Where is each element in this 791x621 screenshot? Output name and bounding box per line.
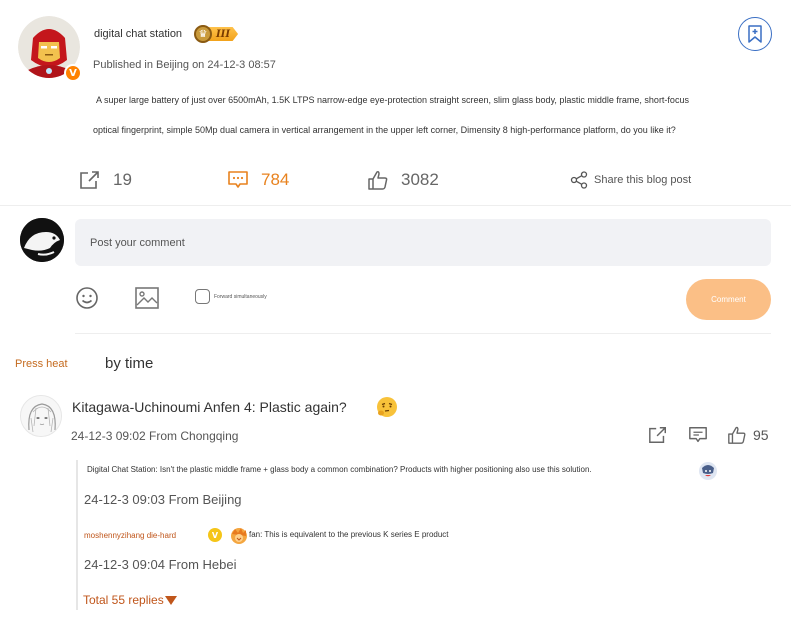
- comment-input[interactable]: [75, 219, 771, 266]
- bookmark-plus-icon: [748, 25, 762, 43]
- comment-like-button[interactable]: 95: [727, 425, 769, 445]
- comment-meta: 24-12-3 09:02 From Chongqing: [71, 429, 239, 443]
- post-text-line-1: A super large battery of just over 6500m…: [96, 95, 689, 105]
- comment-actions: 95: [648, 425, 769, 445]
- thinking-emoji-icon: [376, 396, 398, 418]
- author-name[interactable]: digital chat station: [94, 28, 182, 40]
- verified-badge: V: [208, 528, 222, 542]
- reply-author-name[interactable]: moshennyzihang die-hard: [84, 531, 176, 540]
- sort-by-heat-tab[interactable]: Press heat: [15, 358, 68, 370]
- comment-icon: [228, 171, 248, 188]
- reply-thread-line: [76, 460, 78, 610]
- repost-icon: [80, 171, 99, 189]
- reply-meta: 24-12-3 09:03 From Beijing: [84, 492, 242, 507]
- like-button[interactable]: 3082: [367, 168, 439, 192]
- divider: [75, 333, 771, 334]
- like-count: 3082: [401, 170, 439, 189]
- comment-count: 784: [261, 170, 290, 189]
- rank-label: III: [208, 27, 239, 41]
- bookmark-button[interactable]: [738, 17, 772, 51]
- forward-checkbox[interactable]: [195, 289, 210, 304]
- crown-icon: ♛: [194, 25, 212, 43]
- commenter-avatar[interactable]: [20, 395, 62, 437]
- caret-down-icon: [164, 595, 177, 605]
- image-icon: [135, 287, 159, 309]
- comment-count-button[interactable]: 784: [227, 168, 289, 192]
- rank-badge: ♛ III: [194, 25, 239, 43]
- sticker-emoji-icon: [698, 461, 718, 481]
- image-upload-button[interactable]: [134, 286, 160, 310]
- comment-text: Kitagawa-Uchinoumi Anfen 4: Plastic agai…: [72, 399, 347, 415]
- emoji-button[interactable]: [75, 286, 99, 310]
- divider: [0, 205, 791, 206]
- repost-icon: [649, 427, 666, 443]
- comment-reply-button[interactable]: [688, 425, 708, 445]
- publish-meta: Published in Beijing on 24-12-3 08:57: [93, 59, 276, 71]
- verified-badge: V: [64, 64, 82, 82]
- comment-repost-button[interactable]: [648, 425, 668, 445]
- reply-text: fan: This is equivalent to the previous …: [249, 530, 449, 539]
- post-text-line-2: optical fingerprint, simple 50Mp dual ca…: [93, 125, 676, 135]
- thumbs-up-icon: [728, 426, 746, 444]
- current-user-avatar[interactable]: [20, 218, 64, 262]
- reply-text: Digital Chat Station: Isn't the plastic …: [87, 465, 592, 474]
- share-icon: [570, 171, 588, 189]
- total-replies-label: Total 55 replies: [83, 593, 164, 607]
- fan-badge-icon: [229, 526, 249, 546]
- comment-like-count: 95: [753, 427, 769, 443]
- thumbs-up-icon: [368, 171, 388, 190]
- sort-by-time-tab[interactable]: by time: [105, 355, 153, 372]
- total-replies-link[interactable]: Total 55 replies: [83, 593, 177, 607]
- share-label: Share this blog post: [594, 174, 692, 186]
- forward-option[interactable]: Forward simultaneously: [195, 289, 267, 304]
- reply-icon: [689, 427, 707, 443]
- reply-meta: 24-12-3 09:04 From Hebei: [84, 557, 237, 572]
- comment-submit-button[interactable]: Comment: [686, 279, 771, 320]
- repost-button[interactable]: 19: [79, 168, 132, 192]
- repost-count: 19: [113, 170, 132, 189]
- share-button[interactable]: Share this blog post: [570, 168, 691, 192]
- forward-label: Forward simultaneously: [214, 293, 267, 300]
- smiley-icon: [76, 287, 98, 309]
